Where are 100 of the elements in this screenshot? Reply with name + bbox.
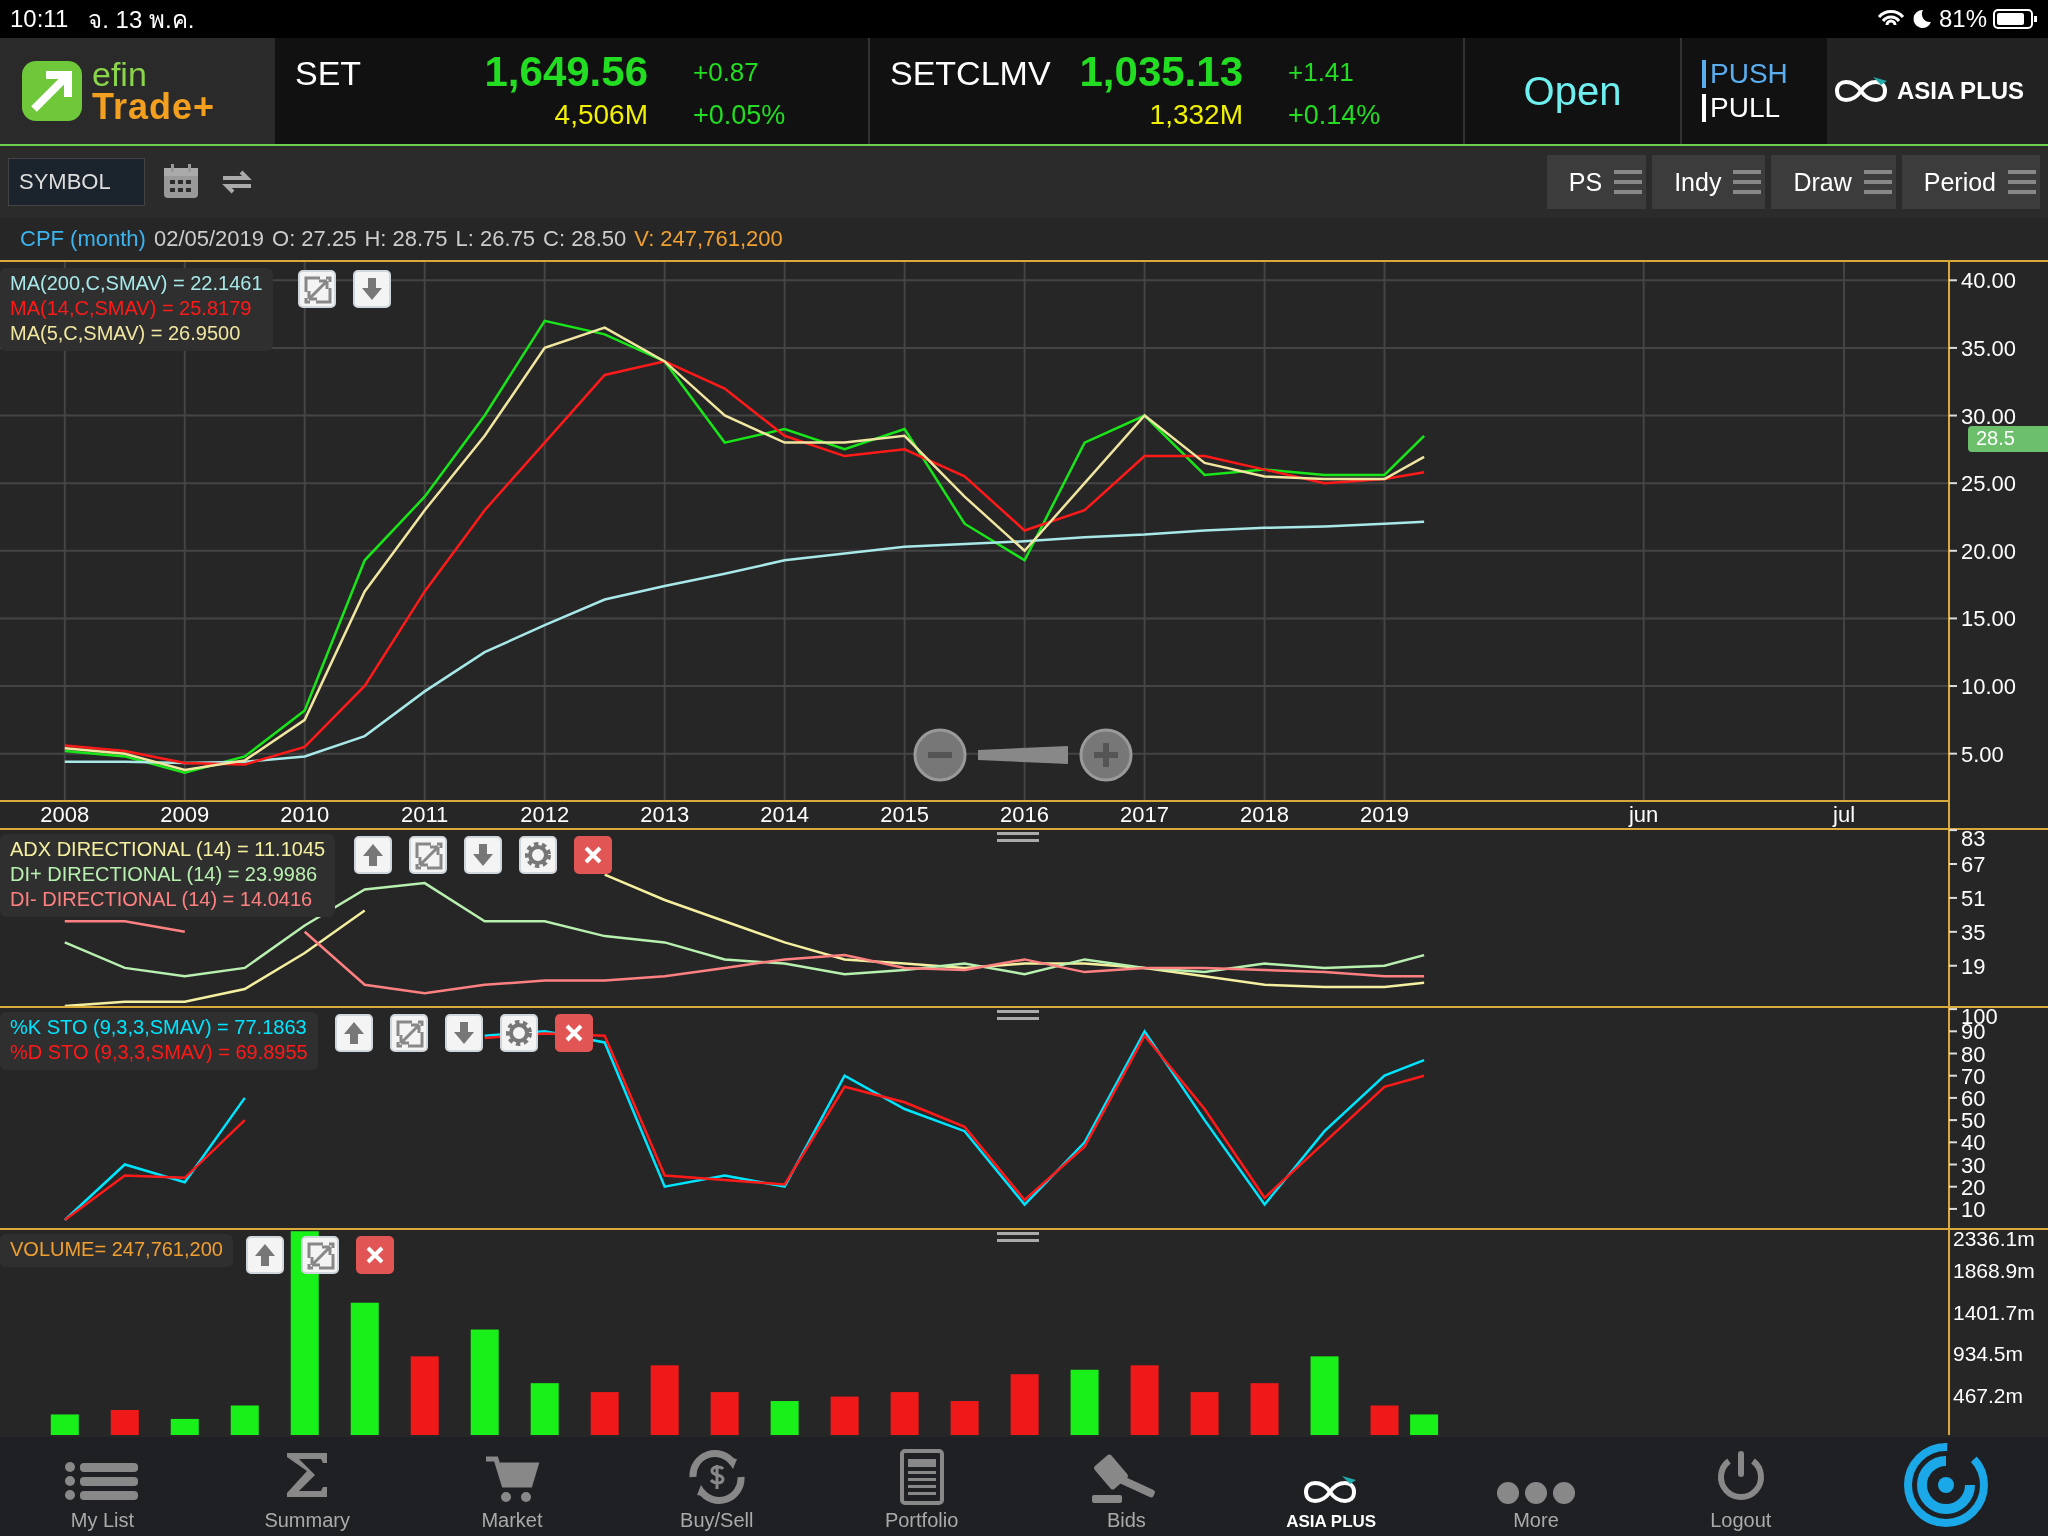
quote-text: L: 26.75 xyxy=(455,226,536,252)
maximize-button[interactable] xyxy=(390,1014,428,1052)
y-axis-label: 35.00 xyxy=(1961,335,2017,361)
battery-icon xyxy=(1993,9,2038,29)
arrow-logo-icon xyxy=(20,59,84,123)
close-button[interactable] xyxy=(574,836,612,874)
menu-icon xyxy=(1863,168,1892,196)
quote-text: O: 27.25 xyxy=(272,226,357,252)
volume-bar xyxy=(590,1392,619,1435)
logo-text: efin xyxy=(92,57,147,91)
index-name: SET xyxy=(295,53,363,93)
quote-text: C: 28.50 xyxy=(543,226,627,252)
symbol-field[interactable]: SYMBOL xyxy=(8,158,145,206)
index-volume: 4,506M xyxy=(553,99,648,131)
x-axis-label: 2011 xyxy=(401,802,449,827)
y-axis-label: 20.00 xyxy=(1961,538,2017,564)
legend-text: MA(200,C,SMAV) = 22.1461 xyxy=(10,272,263,295)
legend-text: %K STO (9,3,3,SMAV) = 77.1863 xyxy=(10,1016,308,1039)
legend-text: DI- DIRECTIONAL (14) = 14.0416 xyxy=(10,888,314,911)
settings-button[interactable] xyxy=(500,1014,538,1052)
down-button[interactable] xyxy=(353,270,391,308)
volume-bar xyxy=(890,1392,919,1435)
drag-handle-icon[interactable] xyxy=(997,1232,1039,1242)
y-axis-label: 467.2m xyxy=(1953,1384,2024,1408)
up-button[interactable] xyxy=(246,1236,284,1274)
x-axis-label: 2014 xyxy=(760,802,810,827)
nav-button[interactable]: Summary xyxy=(204,1437,410,1536)
menu-icon xyxy=(1614,168,1643,196)
logo-text: Trade+ xyxy=(92,90,216,125)
up-button[interactable] xyxy=(354,836,392,874)
menu-icon xyxy=(1733,168,1762,196)
x-axis-label: 2015 xyxy=(880,802,930,827)
nav-button[interactable]: Portfolio xyxy=(819,1437,1024,1536)
index-change: +0.87 xyxy=(692,56,760,88)
y-axis-label: 1868.9m xyxy=(1953,1258,2035,1282)
index-volume: 1,332M xyxy=(1148,99,1243,131)
legend-text: MA(14,C,SMAV) = 25.8179 xyxy=(10,297,253,320)
index-percent: +0.05% xyxy=(692,99,787,131)
index-percent: +0.14% xyxy=(1287,99,1382,131)
nav-button[interactable]: ASIA PLUS xyxy=(1228,1437,1434,1536)
menu-button[interactable]: Period xyxy=(1901,155,2040,209)
volume-bar xyxy=(1130,1365,1159,1435)
up-button[interactable] xyxy=(335,1014,373,1052)
volume-bar xyxy=(110,1410,139,1435)
y-axis-label: 40.00 xyxy=(1961,268,2017,294)
y-axis-label: 35 xyxy=(1961,919,1986,945)
nav-button[interactable]: Bids xyxy=(1024,1437,1229,1536)
volume-bar xyxy=(650,1365,679,1435)
volume-bar xyxy=(170,1418,199,1435)
legend-text: MA(5,C,SMAV) = 26.9500 xyxy=(10,322,242,345)
volume-bar xyxy=(230,1405,259,1435)
volume-bar xyxy=(1190,1392,1219,1435)
volume-bar xyxy=(770,1401,799,1435)
menu-button[interactable]: Draw xyxy=(1771,155,1896,209)
index-name: SETCLMV xyxy=(890,53,1052,93)
zoom-in-button[interactable] xyxy=(1079,728,1133,782)
menu-button[interactable]: PS xyxy=(1546,155,1647,209)
down-button[interactable] xyxy=(445,1014,483,1052)
down-button[interactable] xyxy=(464,836,502,874)
y-axis-label: 67 xyxy=(1961,852,1986,877)
menu-button[interactable]: Indy xyxy=(1652,155,1766,209)
index-value: 1,035.13 xyxy=(1079,48,1243,96)
settings-button[interactable] xyxy=(519,836,557,874)
nav-button[interactable]: Buy/Sell xyxy=(614,1437,820,1536)
zoom-out-button[interactable] xyxy=(913,728,967,782)
drag-handle-icon[interactable] xyxy=(997,1010,1039,1020)
menu-icon xyxy=(2008,168,2036,196)
close-button[interactable] xyxy=(555,1014,593,1052)
clock-time: 10:11 xyxy=(10,5,69,33)
x-axis-label: jun xyxy=(1629,802,1659,827)
volume-bar xyxy=(530,1383,559,1435)
maximize-button[interactable] xyxy=(409,836,447,874)
x-axis-label: 2017 xyxy=(1120,802,1170,827)
y-axis-label: 10.00 xyxy=(1961,674,2017,700)
zoom-slider[interactable] xyxy=(978,746,1068,764)
volume-bar xyxy=(1010,1374,1039,1435)
x-axis-label: 2016 xyxy=(1000,802,1050,827)
legend-text: DI+ DIRECTIONAL (14) = 23.9986 xyxy=(10,863,319,886)
nav-button[interactable]: My List xyxy=(0,1437,205,1536)
maximize-button[interactable] xyxy=(301,1236,339,1274)
maximize-button[interactable] xyxy=(298,270,336,308)
x-axis-label: 2010 xyxy=(280,802,330,827)
battery-percent: 81% xyxy=(1938,5,1987,33)
drag-handle-icon[interactable] xyxy=(997,832,1039,842)
close-button[interactable] xyxy=(356,1236,394,1274)
y-axis-label: 15.00 xyxy=(1961,606,2017,632)
quote-text: 02/05/2019 xyxy=(153,226,265,252)
y-axis-label: 19 xyxy=(1961,953,1986,979)
nav-button[interactable]: More xyxy=(1433,1437,1639,1536)
nav-button[interactable]: Logout xyxy=(1638,1437,1844,1536)
x-axis-label: 2009 xyxy=(160,802,210,827)
market-status: Open xyxy=(1465,38,1682,144)
nav-button[interactable]: Market xyxy=(409,1437,615,1536)
legend-text: %D STO (9,3,3,SMAV) = 69.8955 xyxy=(10,1041,308,1064)
volume-bar xyxy=(950,1401,979,1435)
index-value: 1,649.56 xyxy=(484,48,648,96)
x-axis-label: 2012 xyxy=(520,802,570,827)
volume-bar xyxy=(830,1396,859,1435)
legend-text: ADX DIRECTIONAL (14) = 11.1045 xyxy=(10,838,326,861)
swirl-logo-icon xyxy=(1901,1441,1990,1529)
